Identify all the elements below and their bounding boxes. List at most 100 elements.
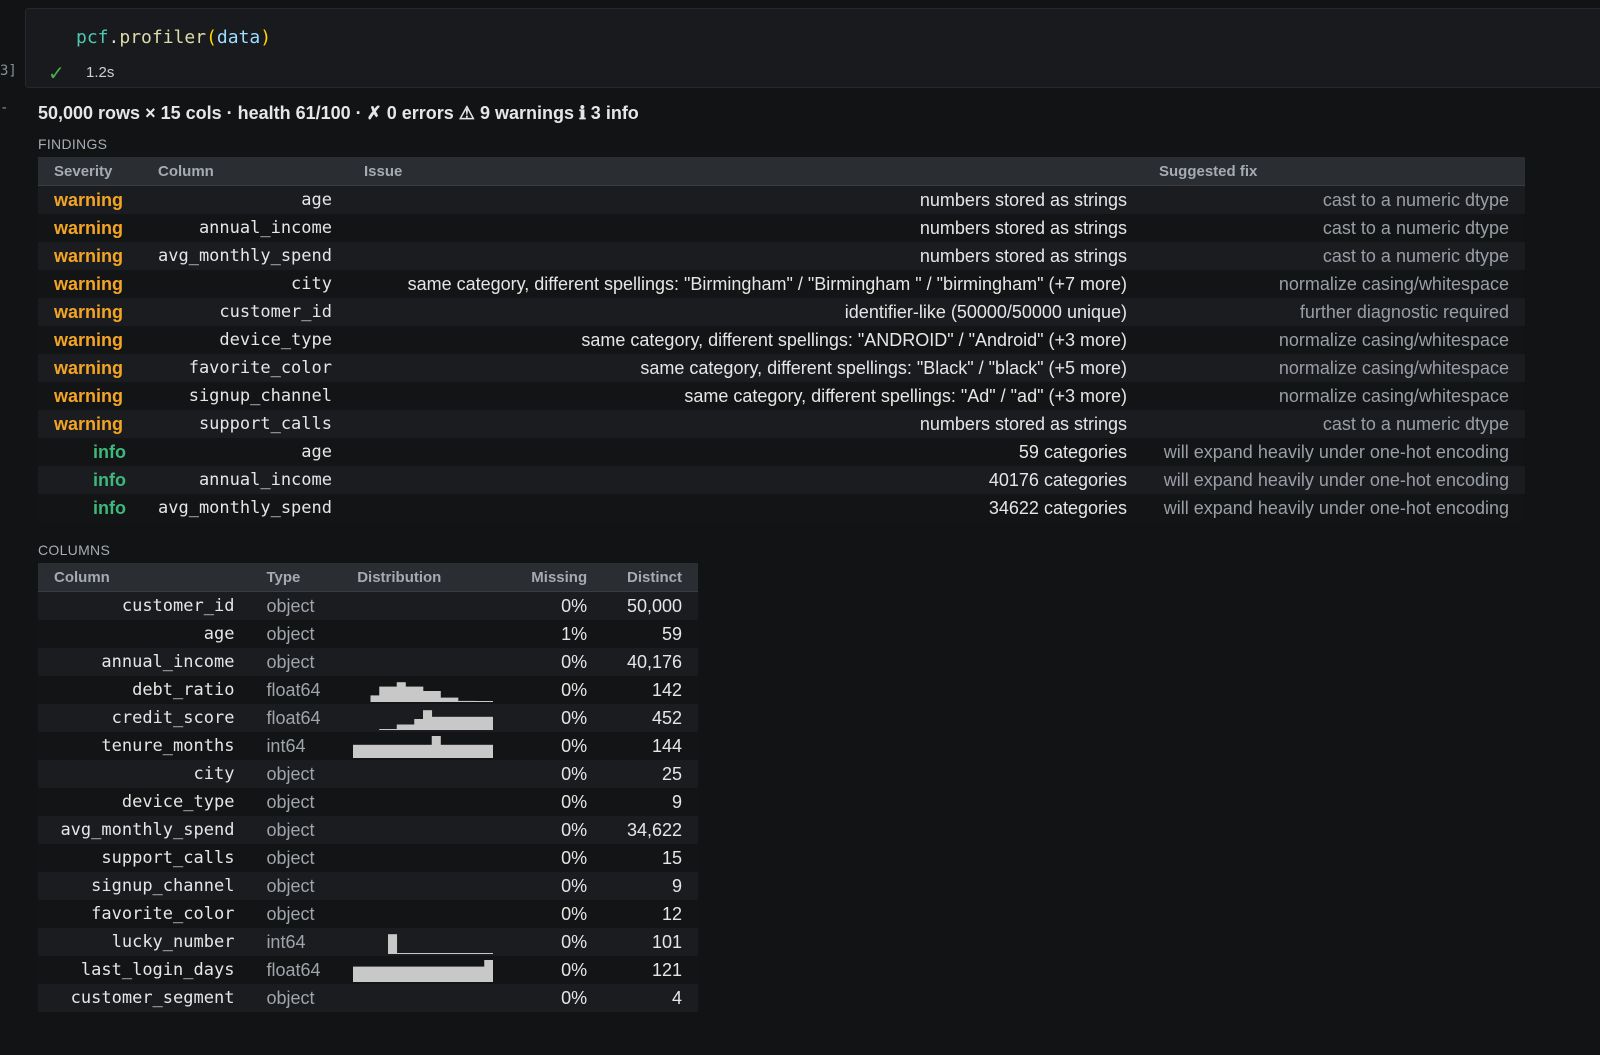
finding-row: info avg_monthly_spend 34622 categories wil… [38,494,1525,522]
finding-row: warning signup_channel same category, diff… [38,382,1525,410]
histogram-bar [388,966,398,982]
histogram-bar [388,934,398,954]
finding-column: favorite_color [142,354,348,382]
histogram-bar [353,966,363,982]
histogram-bar [423,710,433,730]
histogram-bar [379,686,389,702]
column-missing: 0% [508,676,604,704]
column-type: int64 [250,928,342,956]
finding-issue: numbers stored as strings [348,242,1143,270]
finding-row: warning age numbers stored as strings cast … [38,185,1525,214]
code-close-paren: ) [260,27,272,48]
column-name: last_login_days [38,956,251,984]
finding-severity: warning [38,185,142,214]
column-name: credit_score [38,704,251,732]
column-distribution [341,760,509,788]
histogram-bar [414,744,424,758]
column-distinct: 142 [603,676,698,704]
column-name: avg_monthly_spend [38,816,251,844]
column-distribution [341,676,509,704]
column-distinct: 452 [603,704,698,732]
finding-row: warning annual_income numbers stored as st… [38,214,1525,242]
column-distribution [341,900,509,928]
histogram-bar [484,716,494,730]
column-type: int64 [250,732,342,760]
column-row: credit_score float64 0% 452 [38,704,698,732]
column-distribution [341,956,509,984]
code-open-paren: ( [206,27,217,48]
finding-severity: warning [38,410,142,438]
column-type: object [250,648,342,676]
finding-column: city [142,270,348,298]
histogram-bar [405,724,415,730]
finding-row: info age 59 categories will expand heavily … [38,438,1525,466]
finding-column: support_calls [142,410,348,438]
histogram-sparkline [370,682,494,702]
column-type: float64 [250,956,342,984]
column-type: float64 [250,676,342,704]
finding-row: info annual_income 40176 categories will ex… [38,466,1525,494]
profile-summary: 50,000 rows × 15 cols · health 61/100 · … [38,103,639,123]
column-distinct: 9 [603,872,698,900]
elapsed-time: 1.2s [86,64,115,81]
histogram-bar [423,691,433,702]
histogram-bar [361,966,371,982]
code-fn: profiler [119,27,207,48]
column-row: last_login_days float64 0% 121 [38,956,698,984]
histogram-bar [440,744,450,758]
column-type: object [250,844,342,872]
finding-column: avg_monthly_spend [142,494,348,522]
column-type: object [250,872,342,900]
column-row: customer_segment object 0% 4 [38,984,698,1012]
column-type: object [250,984,342,1012]
column-name: device_type [38,788,251,816]
column-distinct: 9 [603,788,698,816]
histogram-sparkline [353,736,494,758]
columns-header-type: Type [250,563,342,592]
finding-issue: numbers stored as strings [348,214,1143,242]
column-distribution [341,704,509,732]
histogram-bar [405,966,415,982]
column-missing: 0% [508,788,604,816]
column-missing: 0% [508,984,604,1012]
histogram-bar [466,716,476,730]
finding-column: avg_monthly_spend [142,242,348,270]
finding-row: warning avg_monthly_spend numbers stored a… [38,242,1525,270]
column-name: lucky_number [38,928,251,956]
finding-issue: numbers stored as strings [348,410,1143,438]
column-distribution [341,872,509,900]
finding-issue: same category, different spellings: "AND… [348,326,1143,354]
finding-fix: will expand heavily under one-hot encodi… [1143,438,1525,466]
finding-row: warning city same category, different spel… [38,270,1525,298]
histogram-bar [431,691,441,702]
column-distinct: 101 [603,928,698,956]
histogram-bar [431,716,441,730]
histogram-bar [431,736,441,758]
histogram-bar [466,700,476,702]
histogram-bar [405,744,415,758]
column-type: object [250,760,342,788]
finding-fix: will expand heavily under one-hot encodi… [1143,494,1525,522]
findings-header-issue: Issue [348,157,1143,186]
finding-severity: warning [38,354,142,382]
histogram-bar [484,960,494,982]
finding-severity: info [38,494,142,522]
finding-issue: same category, different spellings: "Bir… [348,270,1143,298]
histogram-bar [440,966,450,982]
code-cell[interactable]: pcf.profiler(data) ✓ 1.2s [25,8,1600,88]
histogram-bar [458,966,468,982]
histogram-bar [458,744,468,758]
findings-header-severity: Severity [38,157,142,186]
column-distribution [341,591,509,620]
columns-section-label: COLUMNS [38,542,111,558]
column-row: annual_income object 0% 40,176 [38,648,698,676]
columns-header-row: Column Type Distribution Missing Distinc… [38,563,698,592]
histogram-bar [475,966,485,982]
column-distinct: 50,000 [603,591,698,620]
column-type: object [250,591,342,620]
code-line[interactable]: pcf.profiler(data) [76,27,271,48]
column-missing: 0% [508,816,604,844]
column-name: customer_id [38,591,251,620]
column-distinct: 59 [603,620,698,648]
histogram-bar [449,966,459,982]
